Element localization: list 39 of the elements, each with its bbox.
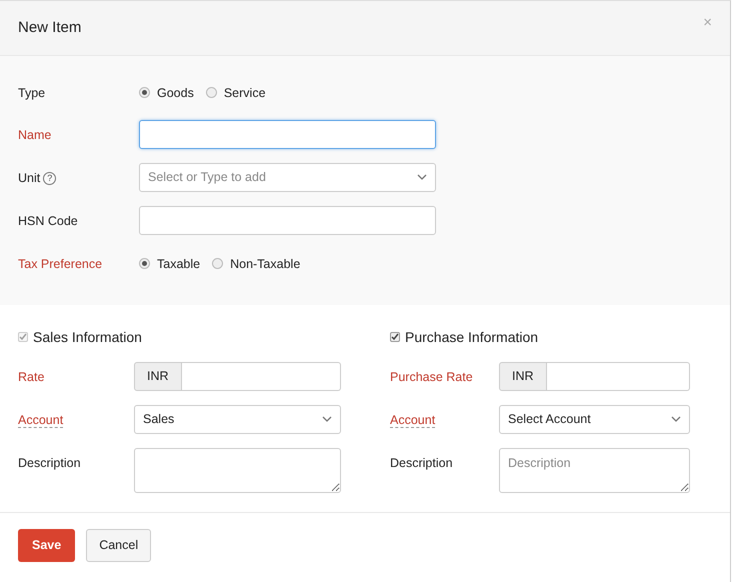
dialog-title: New Item: [18, 18, 82, 38]
field-label: Name: [18, 128, 52, 142]
save-button[interactable]: Save: [18, 529, 76, 562]
chevron-down-icon: [417, 174, 427, 180]
field-label: Unit: [18, 170, 40, 184]
field-label: Description: [18, 456, 81, 470]
field-label: HSN Code: [18, 214, 78, 228]
field-label: Purchase Rate: [390, 370, 473, 384]
radio-button[interactable]: [139, 258, 150, 270]
select-field[interactable]: Select or Type to add: [139, 162, 436, 192]
rate-field[interactable]: [546, 362, 690, 390]
radio-label[interactable]: Non-Taxable: [230, 254, 300, 274]
radio-button[interactable]: [206, 87, 217, 98]
checkbox[interactable]: [390, 332, 400, 342]
field-label: Account: [390, 412, 436, 428]
section-title: Sales Information: [33, 328, 142, 346]
section-title: Purchase Information: [405, 328, 538, 346]
field-label: Type: [18, 86, 46, 100]
field-label: Rate: [18, 370, 44, 384]
description-field[interactable]: [134, 448, 341, 492]
field-label: Tax Preference: [18, 256, 102, 270]
radio-label[interactable]: Service: [224, 84, 266, 102]
radio-button[interactable]: [212, 258, 224, 270]
text-field[interactable]: [139, 206, 436, 234]
chevron-down-icon: [671, 416, 681, 422]
cancel-button[interactable]: Cancel: [86, 529, 152, 562]
chevron-down-icon: [322, 416, 332, 422]
text-field[interactable]: [139, 120, 436, 148]
radio-label[interactable]: Goods: [157, 84, 194, 102]
field-label: Account: [18, 412, 64, 428]
currency-addon: INR: [499, 362, 547, 390]
radio-label[interactable]: Taxable: [157, 254, 200, 274]
description-field[interactable]: Description: [499, 448, 690, 492]
rate-field[interactable]: [182, 362, 341, 390]
field-label: Description: [390, 456, 453, 470]
help-icon[interactable]: ?: [43, 172, 56, 185]
radio-button[interactable]: [139, 87, 150, 98]
currency-addon: INR: [134, 362, 182, 390]
select-field[interactable]: Select Account: [499, 404, 690, 434]
